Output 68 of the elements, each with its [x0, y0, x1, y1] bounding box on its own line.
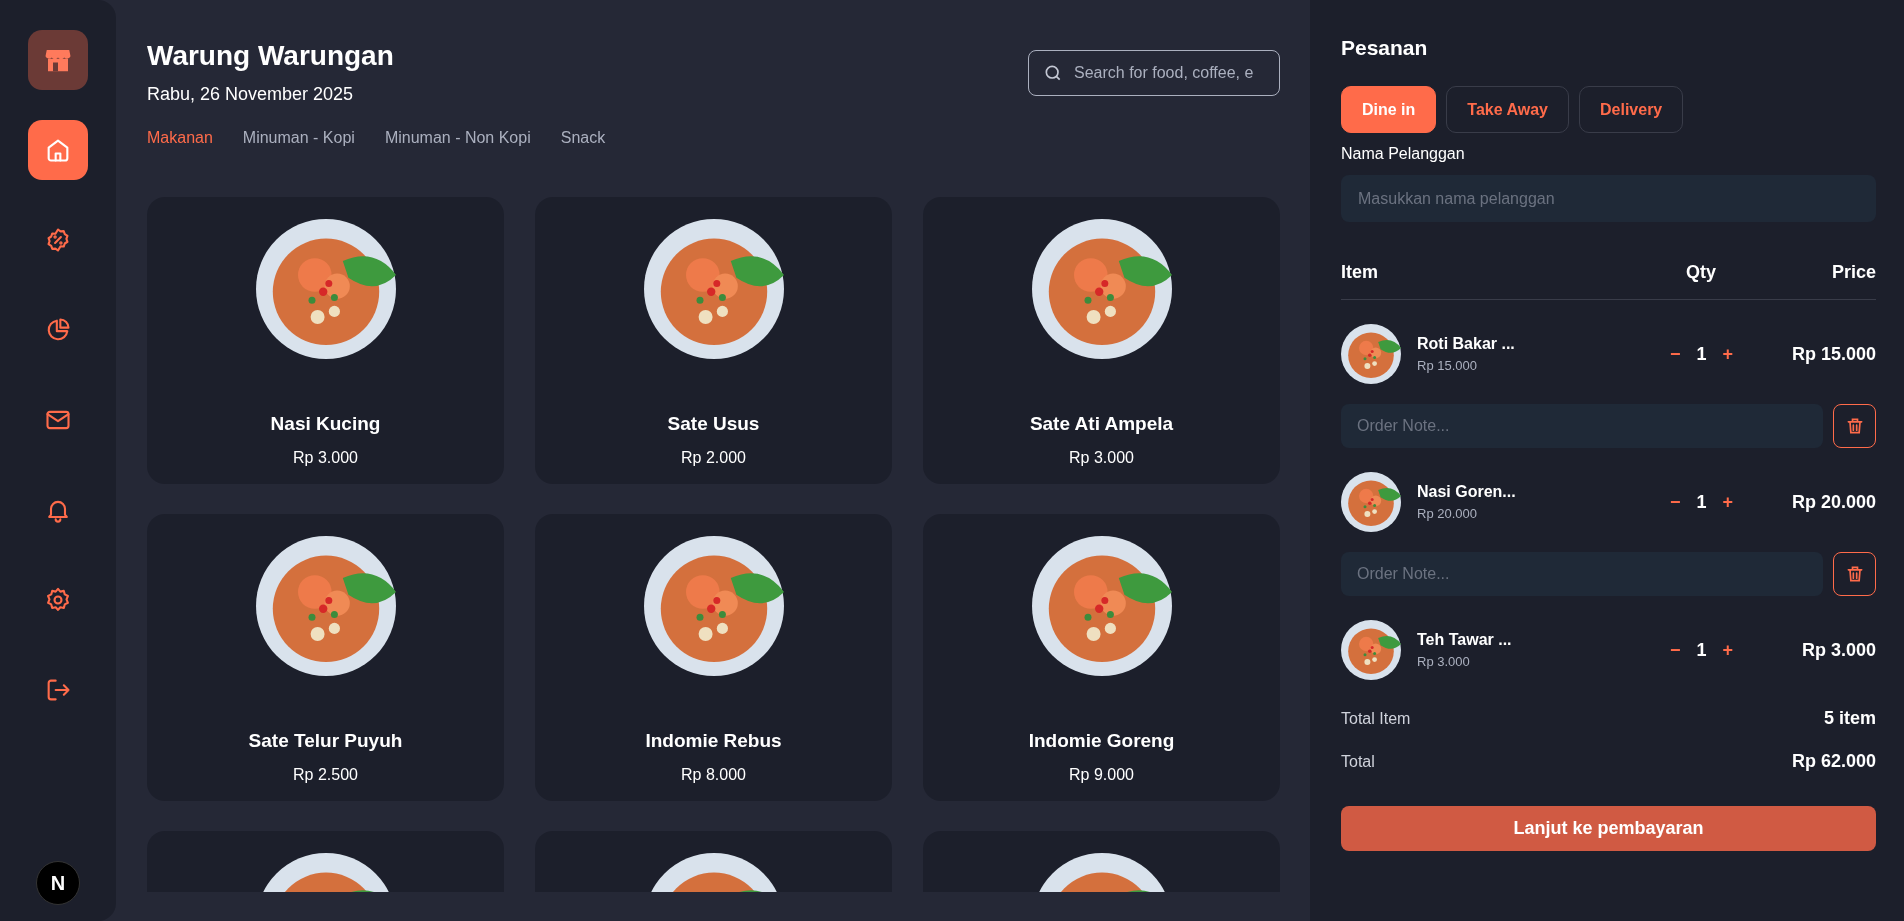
menu-item-price: Rp 3.000	[293, 449, 358, 467]
category-tab[interactable]: Minuman - Kopi	[242, 129, 355, 147]
search-field[interactable]: Search for food, coffee, e	[1028, 50, 1280, 96]
menu-item-name: Indomie Rebus	[645, 730, 782, 752]
checkout-button[interactable]: Lanjut ke pembayaran	[1341, 806, 1876, 851]
quantity-value: 1	[1696, 639, 1707, 661]
menu-item-name: Indomie Goreng	[1028, 730, 1175, 752]
nav-button[interactable]	[28, 120, 88, 180]
decrease-button[interactable]: −	[1666, 343, 1685, 365]
menu-card[interactable]: Indomie Goreng Rp 9.000	[923, 514, 1280, 801]
order-type-tab[interactable]: Delivery	[1579, 86, 1684, 133]
cart-item-name: Roti Bakar ...	[1417, 335, 1516, 353]
customer-name-input[interactable]: Masukkan nama pelanggan	[1341, 175, 1876, 222]
order-note-input[interactable]: Order Note...	[1341, 552, 1823, 596]
delete-button[interactable]	[1833, 552, 1876, 596]
decrease-button[interactable]: −	[1666, 639, 1685, 661]
cart-item-price: Rp 15.000	[1790, 343, 1876, 365]
food-thumbnail-placeholder	[1341, 472, 1401, 532]
increase-button[interactable]: +	[1718, 639, 1738, 661]
menu-item-name: Sate Telur Puyuh	[248, 730, 403, 752]
increase-button[interactable]: +	[1718, 343, 1738, 365]
increase-button[interactable]: +	[1718, 491, 1738, 513]
category-tab[interactable]: Snack	[560, 129, 606, 147]
summary-value: Rp 62.000	[1791, 751, 1876, 772]
menu-card[interactable]: Sate Ati Ampela Rp 3.000	[923, 197, 1280, 484]
column-header: Price	[1830, 262, 1876, 283]
menu-item-price: Rp 9.000	[1069, 766, 1134, 784]
menu-card[interactable]: Sate Telur Puyuh Rp 2.500	[147, 514, 504, 801]
menu-item-name: Nasi Kucing	[270, 413, 381, 435]
store-title: Warung Warungan	[147, 40, 394, 72]
order-title: Pesanan	[1341, 36, 1429, 60]
delete-button[interactable]	[1833, 404, 1876, 448]
menu-item-price: Rp 8.000	[681, 766, 746, 784]
menu-item-name: Sate Usus	[667, 413, 760, 435]
menu-item-price: Rp 2.000	[681, 449, 746, 467]
cart-item-unit-price: Rp 15.000	[1417, 358, 1478, 373]
summary-value: 5 item	[1823, 708, 1876, 729]
settings-icon	[44, 586, 72, 614]
summary-label: Total	[1341, 752, 1375, 771]
cart-item-price: Rp 20.000	[1790, 491, 1876, 513]
food-thumbnail-placeholder	[1341, 324, 1401, 384]
menu-item-name: Sate Ati Ampela	[1029, 413, 1174, 435]
cart-item-price: Rp 3.000	[1800, 639, 1876, 661]
decrease-button[interactable]: −	[1666, 491, 1685, 513]
store-logo-icon	[28, 30, 88, 90]
quantity-value: 1	[1696, 491, 1707, 513]
menu-card[interactable]: Sate Usus Rp 2.000	[535, 197, 892, 484]
search-icon	[1043, 63, 1063, 83]
quantity-value: 1	[1696, 343, 1707, 365]
column-header: Qty	[1686, 262, 1717, 283]
menu-card[interactable]: Indomie Rebus Rp 8.000	[535, 514, 892, 801]
user-avatar[interactable]: N	[36, 861, 80, 905]
menu-item-price: Rp 2.500	[293, 766, 358, 784]
cart-item-unit-price: Rp 20.000	[1417, 506, 1478, 521]
order-type-tab[interactable]: Take Away	[1446, 86, 1569, 133]
date-text: Rabu, 26 November 2025	[147, 84, 355, 105]
customer-label: Nama Pelanggan	[1341, 145, 1466, 163]
food-thumbnail-placeholder	[1341, 620, 1401, 680]
column-header: Item	[1341, 262, 1379, 283]
summary-label: Total Item	[1341, 709, 1411, 728]
cart-item-unit-price: Rp 3.000	[1417, 654, 1471, 669]
menu-card[interactable]: Nasi Kucing Rp 3.000	[147, 197, 504, 484]
category-tab[interactable]: Makanan	[147, 129, 213, 147]
menu-item-price: Rp 3.000	[1069, 449, 1134, 467]
category-tab[interactable]: Minuman - Non Kopi	[384, 129, 531, 147]
cart-item-name: Teh Tawar ...	[1417, 631, 1513, 649]
order-note-input[interactable]: Order Note...	[1341, 404, 1823, 448]
cart-item-name: Nasi Goren...	[1417, 483, 1517, 501]
